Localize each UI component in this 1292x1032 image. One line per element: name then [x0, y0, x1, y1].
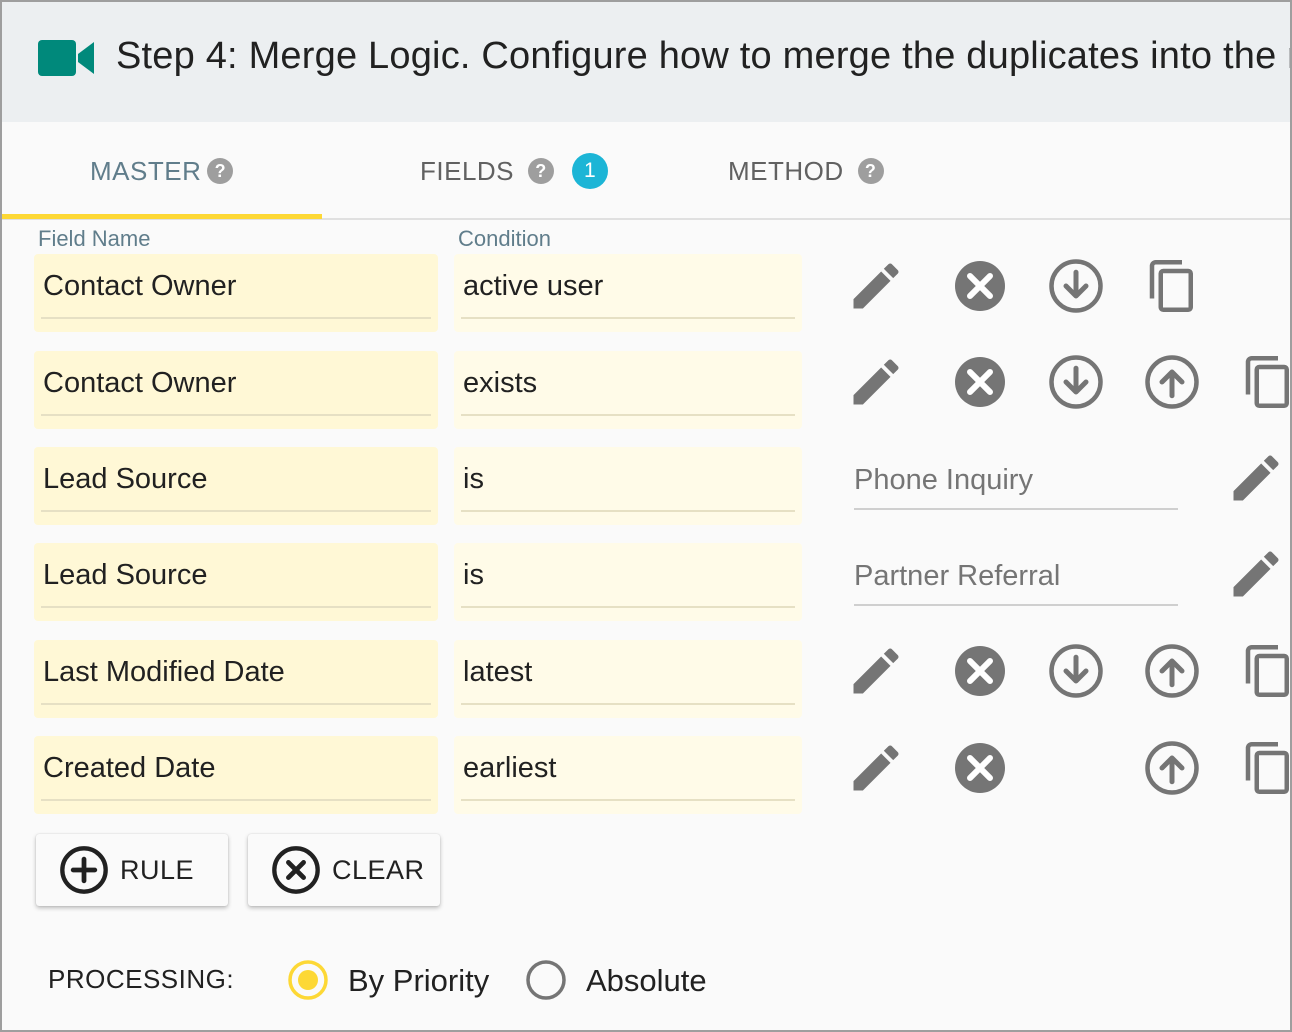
add-rule-label: RULE: [120, 854, 195, 885]
condition-column-label: Condition: [458, 226, 551, 251]
rule-field-value: Contact Owner: [43, 367, 237, 399]
rule-condition-select[interactable]: exists: [454, 351, 802, 429]
clear-label: CLEAR: [332, 854, 425, 885]
merge-logic-panel: Step 4: Merge Logic. Configure how to me…: [0, 0, 1292, 1032]
rule-field-select[interactable]: Lead Source: [34, 543, 438, 621]
remove-icon[interactable]: [950, 256, 1010, 316]
rule-condition-value: exists: [463, 367, 538, 399]
rule-field-select[interactable]: Created Date: [34, 736, 438, 814]
move-up-icon[interactable]: [1142, 352, 1202, 412]
move-down-icon[interactable]: [1046, 641, 1106, 701]
remove-icon[interactable]: [950, 641, 1010, 701]
clear-button[interactable]: CLEAR: [248, 834, 440, 906]
rule-condition-select[interactable]: is: [454, 543, 802, 621]
rule-condition-value: is: [463, 559, 484, 591]
move-down-icon[interactable]: [1046, 256, 1106, 316]
rule-value-field[interactable]: Partner Referral: [854, 546, 1178, 606]
rule-field-select[interactable]: Last Modified Date: [34, 640, 438, 718]
rule-condition-select[interactable]: active user: [454, 254, 802, 332]
tab-bar: MASTER ? FIELDS ? 1 METHOD ?: [2, 122, 1290, 220]
rule-value-text: Partner Referral: [854, 560, 1061, 592]
count-badge: 1: [572, 153, 609, 189]
video-camera-icon: [38, 40, 96, 76]
rule-condition-value: earliest: [463, 752, 557, 784]
rule-condition-value: is: [463, 463, 484, 495]
copy-icon[interactable]: [1238, 641, 1290, 701]
edit-icon[interactable]: [846, 641, 906, 701]
page-title: Step 4: Merge Logic. Configure how to me…: [116, 35, 1290, 77]
help-icon[interactable]: ?: [857, 158, 884, 184]
edit-icon[interactable]: [846, 352, 906, 412]
rule-field-select[interactable]: Lead Source: [34, 447, 438, 525]
tab-fields[interactable]: FIELDS ? 1: [420, 122, 609, 220]
rule-field-select[interactable]: Contact Owner: [34, 351, 438, 429]
field-name-column-label: Field Name: [38, 226, 151, 251]
rule-condition-value: active user: [463, 270, 604, 302]
tab-fields-label: FIELDS: [420, 155, 515, 186]
add-circle-icon: [58, 844, 110, 896]
radio-by-priority-label[interactable]: By Priority: [348, 963, 489, 999]
rule-field-value: Contact Owner: [43, 270, 237, 302]
processing-label: PROCESSING:: [48, 964, 235, 994]
edit-icon[interactable]: [846, 256, 906, 316]
move-up-icon[interactable]: [1142, 641, 1202, 701]
edit-icon[interactable]: [846, 738, 906, 798]
add-rule-button[interactable]: RULE: [36, 834, 228, 906]
rule-field-select[interactable]: Contact Owner: [34, 254, 438, 332]
tab-method-label: METHOD: [728, 155, 844, 186]
rule-field-value: Last Modified Date: [43, 656, 285, 688]
tab-master-label: MASTER: [90, 155, 202, 186]
rule-condition-value: latest: [463, 656, 533, 688]
copy-icon[interactable]: [1238, 738, 1290, 798]
radio-by-priority[interactable]: [287, 959, 329, 1001]
remove-icon[interactable]: [950, 352, 1010, 412]
rule-condition-select[interactable]: is: [454, 447, 802, 525]
radio-absolute[interactable]: [525, 959, 567, 1001]
rule-condition-select[interactable]: latest: [454, 640, 802, 718]
rule-value-field[interactable]: Phone Inquiry: [854, 450, 1178, 510]
rule-field-value: Lead Source: [43, 559, 208, 591]
rule-value-text: Phone Inquiry: [854, 464, 1033, 496]
edit-icon[interactable]: [1226, 544, 1286, 604]
help-icon[interactable]: ?: [528, 158, 555, 184]
copy-icon[interactable]: [1238, 352, 1290, 412]
help-icon[interactable]: ?: [207, 158, 234, 184]
clear-circle-icon: [270, 844, 322, 896]
remove-icon[interactable]: [950, 738, 1010, 798]
rule-condition-select[interactable]: earliest: [454, 736, 802, 814]
radio-absolute-label[interactable]: Absolute: [586, 963, 707, 999]
active-tab-indicator: [2, 214, 322, 219]
tab-method[interactable]: METHOD ?: [728, 122, 884, 220]
move-up-icon[interactable]: [1142, 738, 1202, 798]
step-header: Step 4: Merge Logic. Configure how to me…: [2, 2, 1290, 122]
tab-master[interactable]: MASTER ?: [90, 122, 234, 220]
rule-field-value: Created Date: [43, 752, 216, 784]
rule-field-value: Lead Source: [43, 463, 208, 495]
move-down-icon[interactable]: [1046, 352, 1106, 412]
edit-icon[interactable]: [1226, 448, 1286, 508]
copy-icon[interactable]: [1142, 256, 1202, 316]
